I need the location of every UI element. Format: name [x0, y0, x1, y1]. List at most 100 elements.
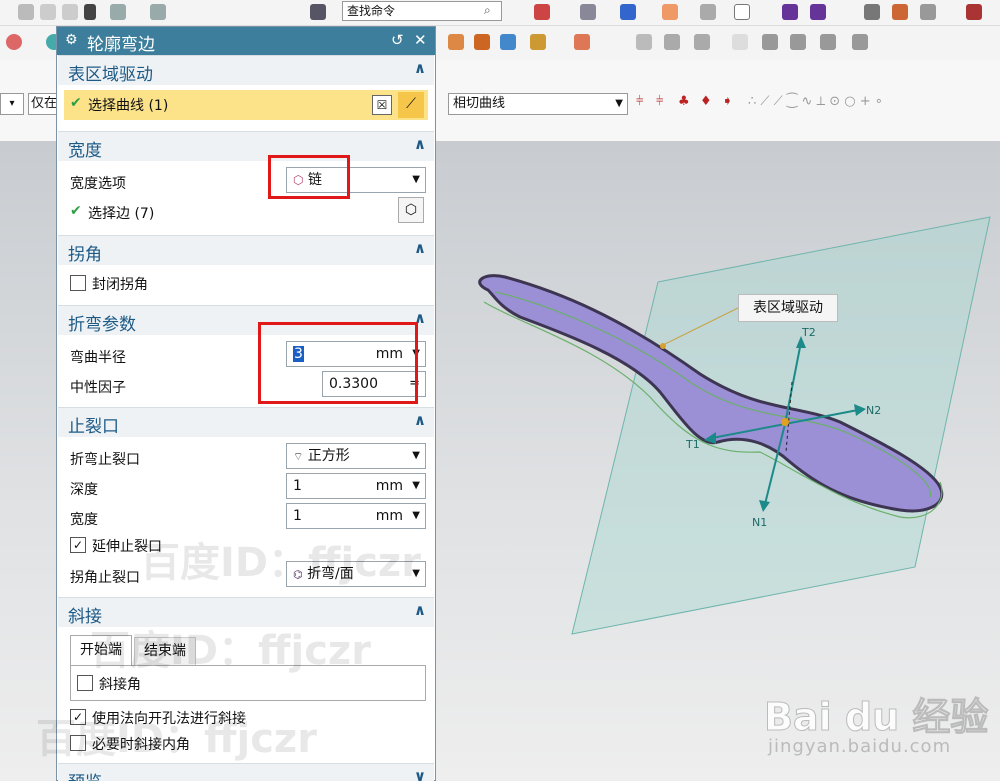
collapse-icon[interactable]: ∧	[414, 59, 426, 77]
collapse-icon[interactable]: ∧	[414, 135, 426, 153]
undo-icon[interactable]	[110, 4, 126, 20]
collapse-icon[interactable]: ∧	[414, 411, 426, 429]
feature-curves-icon[interactable]: ♣	[678, 94, 690, 109]
section-title: 拐角	[68, 245, 102, 265]
section-preview: 预览 ∨	[58, 763, 434, 781]
chevron-down-icon: ▼	[615, 98, 623, 109]
neutral-factor-label: 中性因子	[70, 380, 126, 396]
cut-icon[interactable]	[18, 4, 34, 20]
bend-relief-dropdown[interactable]: ⌔ 正方形 ▼	[286, 443, 426, 469]
watermark-baidu-id: 百度ID：ffjczr	[140, 540, 421, 586]
view-icon[interactable]	[580, 4, 596, 20]
check-icon: ✔	[70, 203, 82, 219]
layer-icon[interactable]	[700, 4, 716, 20]
close-corner-checkbox[interactable]	[70, 275, 86, 291]
close-corner-label: 封闭拐角	[92, 277, 148, 293]
depth-input[interactable]: 1 mm ▼	[286, 473, 426, 499]
unbend-icon[interactable]	[574, 34, 590, 50]
baidu-jingyan-logo: Bai du 经验	[763, 686, 989, 741]
depth-value: 1	[293, 478, 302, 494]
curve-icon[interactable]	[920, 4, 936, 20]
section-header-corner[interactable]: 拐角 ∧	[58, 235, 434, 265]
transform-icon[interactable]	[810, 4, 826, 20]
dialog-title: 轮廓弯边	[87, 35, 155, 55]
type-filter-dropdown[interactable]: ▾	[0, 93, 24, 115]
chevron-down-icon: ▼	[412, 450, 420, 461]
find-command-input[interactable]: 查找命令	[342, 1, 502, 21]
corner-relief-label: 拐角止裂口	[70, 570, 140, 586]
square-relief-icon: ⌔	[293, 450, 304, 463]
relief-width-value: 1	[293, 508, 302, 524]
command-finder-icon[interactable]	[310, 4, 326, 20]
chevron-down-icon[interactable]: ▼	[412, 504, 420, 528]
curve-filter-icon[interactable]: ☒	[372, 95, 392, 115]
bend-icon[interactable]	[530, 34, 546, 50]
section-title: 止裂口	[68, 417, 119, 437]
section-header-preview[interactable]: 预览 ∨	[58, 763, 434, 781]
follow-fillet-icon[interactable]: ⫩	[656, 94, 663, 109]
box-icon[interactable]	[734, 4, 750, 20]
dialog-title-bar[interactable]: ⚙ 轮廓弯边 ↺ ✕	[57, 27, 435, 55]
stop-at-intersection-icon[interactable]: ⫩	[636, 94, 643, 109]
reset-icon[interactable]: ↺	[391, 31, 404, 49]
cutout-icon[interactable]	[790, 34, 806, 50]
select-curve-row[interactable]: ✔ 选择曲线 (1) ☒ ⟋	[64, 90, 428, 120]
copy-icon[interactable]	[40, 4, 56, 20]
collapse-icon[interactable]: ∧	[414, 601, 426, 619]
section-width: 宽度 ∧ 宽度选项 ⬡ 链 ▼ ✔ 选择边 (7) ⬡	[58, 131, 434, 231]
check-icon: ✔	[70, 95, 82, 111]
expand-icon[interactable]: ∨	[414, 767, 426, 781]
snap-point-icon[interactable]: ∴ ⟋ ⟋ ⁐ ∿ ⟂ ⊙ ○ + ∘	[748, 94, 883, 109]
bend-relief-label: 折弯止裂口	[70, 452, 140, 468]
annotation-anchor	[660, 343, 666, 349]
baidu-logo-text: Bai du 经验	[763, 695, 989, 740]
select-curve-label: 选择曲线 (1)	[88, 98, 169, 114]
punch-icon[interactable]	[820, 34, 836, 50]
main-toolbar: 查找命令 ⌕	[0, 0, 1000, 26]
section-header-width[interactable]: 宽度 ∧	[58, 131, 434, 161]
relief-width-input[interactable]: 1 mm ▼	[286, 503, 426, 529]
move-icon[interactable]	[782, 4, 798, 20]
measure-icon[interactable]	[864, 4, 880, 20]
section-header-relief[interactable]: 止裂口 ∧	[58, 407, 434, 437]
sphere-icon[interactable]	[6, 34, 22, 50]
arrow-icon[interactable]: ➧	[722, 94, 733, 109]
depth-unit: mm	[375, 478, 403, 494]
gusset-icon[interactable]	[852, 34, 868, 50]
relief-width-unit: mm	[375, 508, 403, 524]
sketch-curves-icon[interactable]: ♦	[700, 94, 712, 109]
sheet-body-icon[interactable]	[500, 34, 516, 50]
chevron-down-icon[interactable]: ▼	[412, 474, 420, 498]
annotation-callout[interactable]: 表区域驱动	[738, 294, 838, 322]
paste-icon[interactable]	[62, 4, 78, 20]
render-icon[interactable]	[620, 4, 636, 20]
snap-view-icon[interactable]	[966, 4, 982, 20]
curve-rule-dropdown[interactable]: 相切曲线 ▼	[448, 93, 628, 115]
select-edge-label: 选择边 (7)	[88, 206, 155, 222]
section-header-surface-drive[interactable]: 表区域驱动 ∧	[58, 55, 434, 85]
redo-icon[interactable]	[150, 4, 166, 20]
contour-flange-icon[interactable]	[474, 34, 490, 50]
search-icon[interactable]: ⌕	[484, 3, 491, 18]
selection-filter-icon[interactable]	[534, 4, 550, 20]
section-title: 预览	[68, 768, 102, 781]
table-icon[interactable]	[694, 34, 710, 50]
collapse-icon[interactable]: ∧	[414, 239, 426, 257]
close-icon[interactable]: ✕	[414, 31, 427, 49]
delete-icon[interactable]	[84, 4, 96, 20]
stack-icon[interactable]	[664, 34, 680, 50]
select-curve-icon[interactable]: ⟋	[398, 92, 424, 118]
depth-label: 深度	[70, 482, 98, 498]
section-corner: 拐角 ∧ 封闭拐角	[58, 235, 434, 305]
color-icon[interactable]	[662, 4, 678, 20]
extend-relief-checkbox[interactable]: ✓	[70, 537, 86, 553]
tab-icon[interactable]	[762, 34, 778, 50]
section-title: 表区域驱动	[68, 65, 153, 85]
corner-icon[interactable]	[732, 34, 748, 50]
miter-angle-checkbox[interactable]	[77, 675, 93, 691]
flat-pattern-icon[interactable]	[636, 34, 652, 50]
analysis-icon[interactable]	[892, 4, 908, 20]
flange-icon[interactable]	[448, 34, 464, 50]
select-edge-icon[interactable]: ⬡	[398, 197, 424, 223]
highlight-bend-params	[258, 322, 418, 404]
